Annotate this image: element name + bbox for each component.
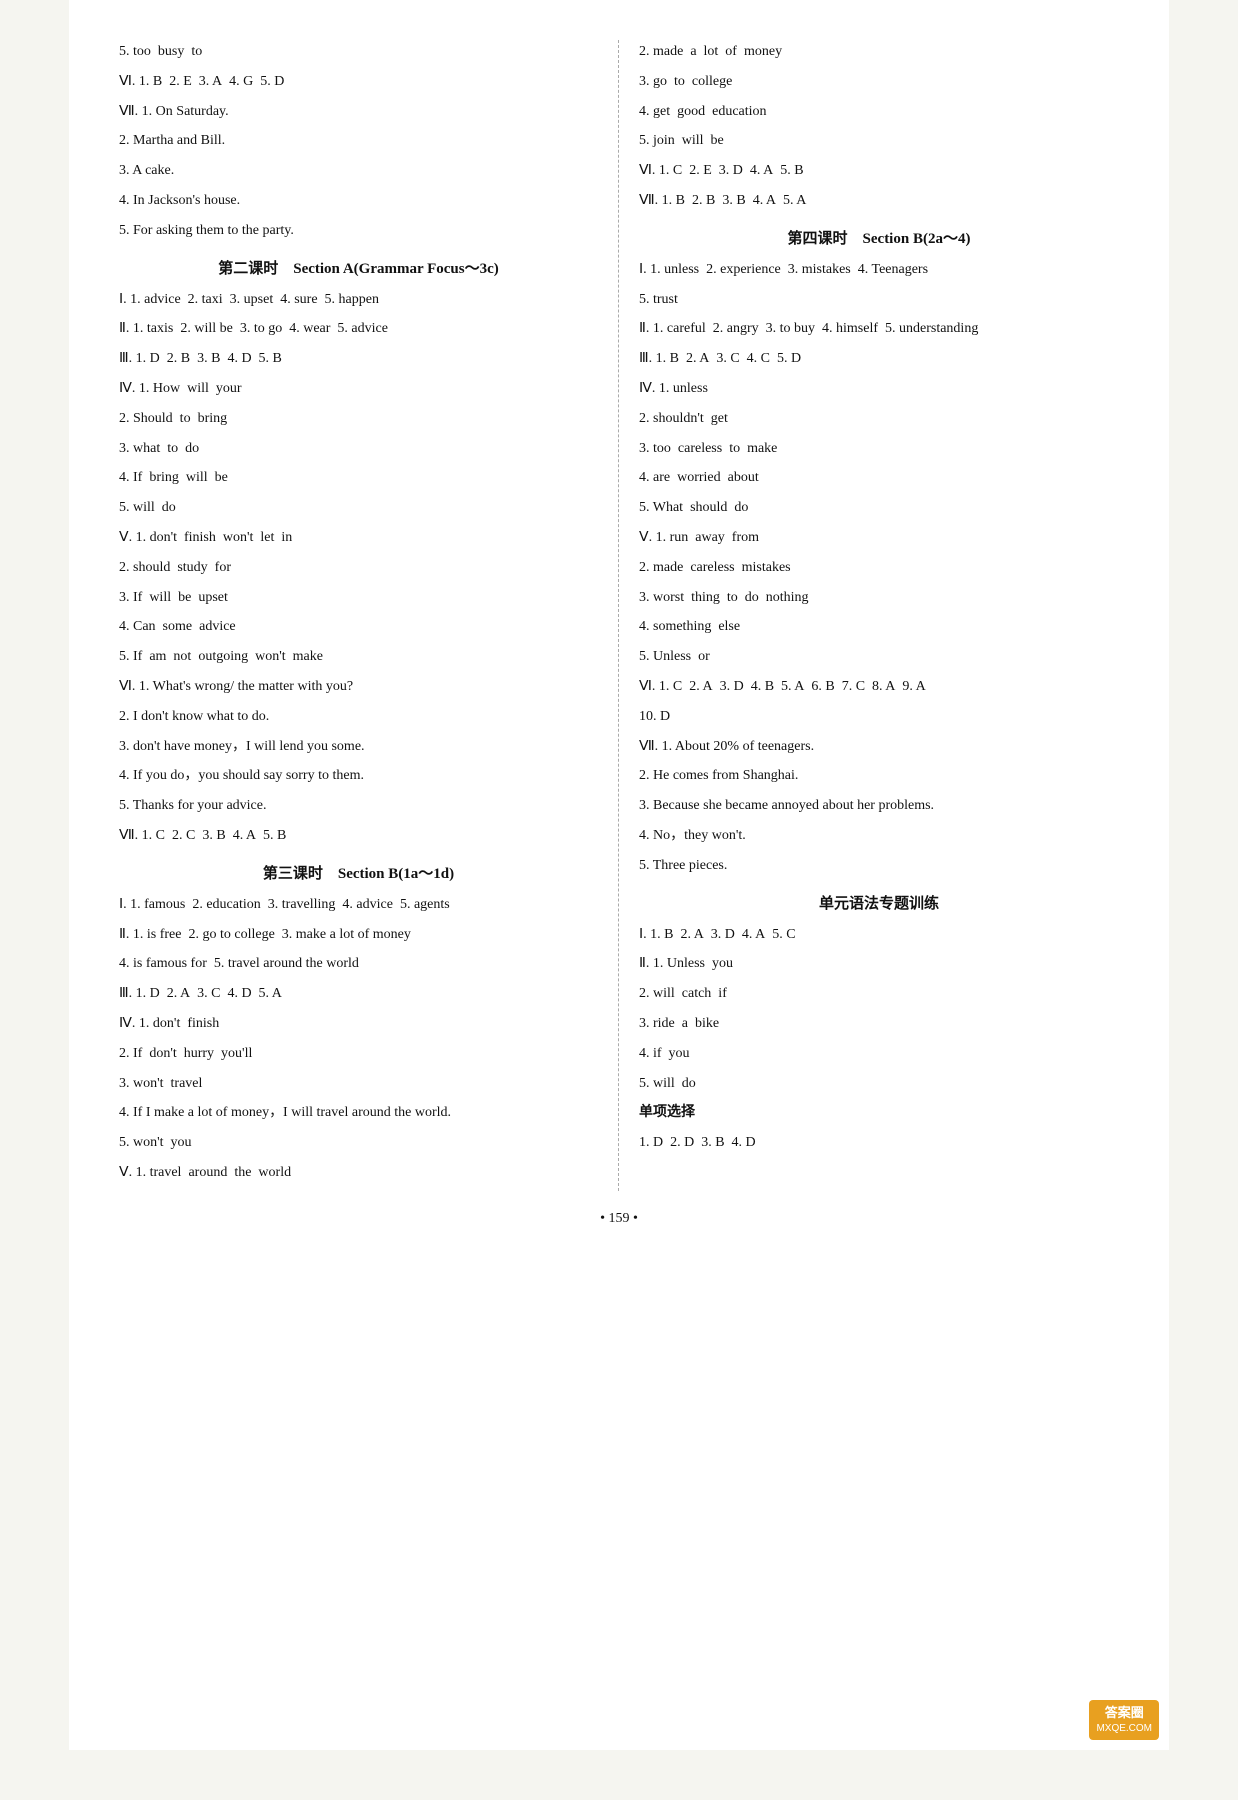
left-column: 5. too busy to Ⅵ. 1. B 2. E 3. A 4. G 5.… <box>119 40 619 1191</box>
list-item: 4. if you <box>639 1042 1119 1066</box>
list-item: 2. shouldn't get <box>639 407 1119 431</box>
list-item: 3. what to do <box>119 437 598 461</box>
list-item: Ⅶ. 1. B 2. B 3. B 4. A 5. A <box>639 189 1119 213</box>
list-item: 3. go to college <box>639 70 1119 94</box>
list-item: 5. For asking them to the party. <box>119 219 598 243</box>
list-item: Ⅳ. 1. How will your <box>119 377 598 401</box>
list-item: Ⅶ. 1. On Saturday. <box>119 100 598 124</box>
list-item: 5. will do <box>639 1072 1119 1096</box>
list-item: Ⅱ. 1. is free 2. go to college 3. make a… <box>119 923 598 947</box>
section-title-4: 第四课时 Section B(2a～4) <box>639 227 1119 248</box>
list-item: 2. made careless mistakes <box>639 556 1119 580</box>
page: 5. too busy to Ⅵ. 1. B 2. E 3. A 4. G 5.… <box>69 0 1169 1750</box>
list-item: 4. get good education <box>639 100 1119 124</box>
watermark-bottom: MXQE.COM <box>1096 1722 1152 1736</box>
list-item: 2. will catch if <box>639 982 1119 1006</box>
section-title-2: 第二课时 Section A(Grammar Focus～3c) <box>119 257 598 278</box>
list-item: 4. If I make a lot of money，I will trave… <box>119 1101 598 1125</box>
list-item: Ⅲ. 1. D 2. B 3. B 4. D 5. B <box>119 347 598 371</box>
watermark: 答案圈 MXQE.COM <box>1089 1700 1159 1740</box>
list-item: Ⅱ. 1. careful 2. angry 3. to buy 4. hims… <box>639 317 1119 341</box>
list-item: 5. won't you <box>119 1131 598 1155</box>
list-item: 2. should study for <box>119 556 598 580</box>
section-title-3: 第三课时 Section B(1a～1d) <box>119 862 598 883</box>
list-item: 3. don't have money，I will lend you some… <box>119 735 598 759</box>
list-item: Ⅰ. 1. advice 2. taxi 3. upset 4. sure 5.… <box>119 288 598 312</box>
list-item: 5. trust <box>639 288 1119 312</box>
right-column: 2. made a lot of money 3. go to college … <box>619 40 1119 1191</box>
page-number: • 159 • <box>119 1211 1119 1227</box>
list-item: 4. If you do，you should say sorry to the… <box>119 764 598 788</box>
list-item: Ⅵ. 1. C 2. A 3. D 4. B 5. A 6. B 7. C 8.… <box>639 675 1119 699</box>
list-item: Ⅰ. 1. unless 2. experience 3. mistakes 4… <box>639 258 1119 282</box>
list-item: 3. Because she became annoyed about her … <box>639 794 1119 818</box>
list-item: 1. D 2. D 3. B 4. D <box>639 1131 1119 1155</box>
list-item: 2. Should to bring <box>119 407 598 431</box>
list-item: 4. Can some advice <box>119 615 598 639</box>
list-item: 3. If will be upset <box>119 586 598 610</box>
list-item: 4. In Jackson's house. <box>119 189 598 213</box>
list-item: Ⅰ. 1. B 2. A 3. D 4. A 5. C <box>639 923 1119 947</box>
list-item: 5. Thanks for your advice. <box>119 794 598 818</box>
list-item: 5. too busy to <box>119 40 598 64</box>
list-item: 3. worst thing to do nothing <box>639 586 1119 610</box>
list-item: Ⅱ. 1. Unless you <box>639 952 1119 976</box>
list-item: 3. ride a bike <box>639 1012 1119 1036</box>
list-item: 3. won't travel <box>119 1072 598 1096</box>
list-item: 2. Martha and Bill. <box>119 129 598 153</box>
list-item: Ⅴ. 1. don't finish won't let in <box>119 526 598 550</box>
list-item: Ⅲ. 1. B 2. A 3. C 4. C 5. D <box>639 347 1119 371</box>
list-item: 2. made a lot of money <box>639 40 1119 64</box>
list-item: Ⅵ. 1. What's wrong/ the matter with you? <box>119 675 598 699</box>
list-item: 2. If don't hurry you'll <box>119 1042 598 1066</box>
list-item: 3. A cake. <box>119 159 598 183</box>
section-title-5: 单元语法专题训练 <box>639 892 1119 913</box>
list-item: Ⅱ. 1. taxis 2. will be 3. to go 4. wear … <box>119 317 598 341</box>
list-item: Ⅳ. 1. don't finish <box>119 1012 598 1036</box>
list-item: 5. will do <box>119 496 598 520</box>
list-item: 5. What should do <box>639 496 1119 520</box>
watermark-top: 答案圈 <box>1096 1704 1152 1722</box>
list-item: 4. something else <box>639 615 1119 639</box>
list-item: Ⅰ. 1. famous 2. education 3. travelling … <box>119 893 598 917</box>
list-item: 4. is famous for 5. travel around the wo… <box>119 952 598 976</box>
list-item: 2. He comes from Shanghai. <box>639 764 1119 788</box>
list-item: 3. too careless to make <box>639 437 1119 461</box>
list-item: 4. No，they won't. <box>639 824 1119 848</box>
list-item: Ⅶ. 1. C 2. C 3. B 4. A 5. B <box>119 824 598 848</box>
list-item: 4. If bring will be <box>119 466 598 490</box>
list-item: Ⅳ. 1. unless <box>639 377 1119 401</box>
list-item: Ⅴ. 1. run away from <box>639 526 1119 550</box>
list-item: Ⅵ. 1. B 2. E 3. A 4. G 5. D <box>119 70 598 94</box>
list-item: Ⅵ. 1. C 2. E 3. D 4. A 5. B <box>639 159 1119 183</box>
list-item: Ⅶ. 1. About 20% of teenagers. <box>639 735 1119 759</box>
list-item: 5. Three pieces. <box>639 854 1119 878</box>
list-item: Ⅴ. 1. travel around the world <box>119 1161 598 1185</box>
list-item: 单项选择 <box>639 1101 1119 1125</box>
list-item: 4. are worried about <box>639 466 1119 490</box>
list-item: 5. If am not outgoing won't make <box>119 645 598 669</box>
two-column-layout: 5. too busy to Ⅵ. 1. B 2. E 3. A 4. G 5.… <box>119 40 1119 1191</box>
list-item: Ⅲ. 1. D 2. A 3. C 4. D 5. A <box>119 982 598 1006</box>
list-item: 10. D <box>639 705 1119 729</box>
list-item: 5. join will be <box>639 129 1119 153</box>
list-item: 2. I don't know what to do. <box>119 705 598 729</box>
list-item: 5. Unless or <box>639 645 1119 669</box>
